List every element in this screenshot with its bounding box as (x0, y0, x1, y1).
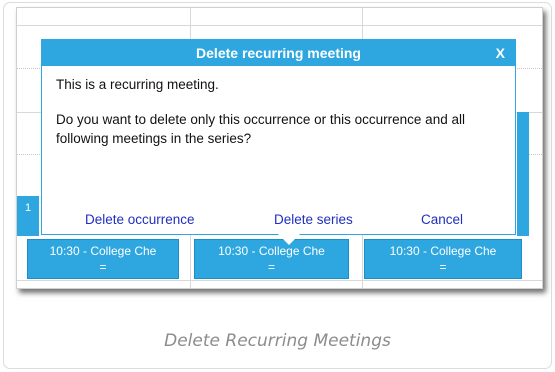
event-marker: = (439, 260, 447, 274)
cancel-link[interactable]: Cancel (421, 212, 463, 227)
dialog-title: Delete recurring meeting (196, 45, 361, 61)
event-block[interactable] (517, 112, 529, 236)
dialog-message: This is a recurring meeting. (56, 77, 219, 92)
dialog-pointer (278, 234, 300, 245)
event-marker: = (99, 260, 107, 274)
figure-card: 1 10:30 - College Che = 10:30 - College … (3, 2, 552, 369)
event-block[interactable]: 10:30 - College Che = (27, 239, 179, 279)
event-marker: = (267, 260, 275, 274)
close-icon[interactable]: X (496, 40, 505, 66)
grid-divider (17, 25, 542, 26)
dialog-body: This is a recurring meeting. Do you want… (42, 66, 515, 148)
figure-caption: Delete Recurring Meetings (164, 331, 391, 351)
event-title: 10:30 - College Che (218, 244, 325, 258)
event-block[interactable]: 10:30 - College Che = (194, 239, 349, 279)
delete-series-link[interactable]: Delete series (274, 212, 353, 227)
grid-divider (17, 280, 542, 281)
delete-occurrence-link[interactable]: Delete occurrence (85, 212, 195, 227)
event-title: 10:30 - College Che (389, 244, 497, 258)
calendar-screenshot: 1 10:30 - College Che = 10:30 - College … (16, 7, 543, 289)
dialog-title-bar: Delete recurring meeting X (42, 40, 515, 66)
event-block[interactable]: 10:30 - College Che = (364, 239, 522, 279)
dialog-question: Do you want to delete only this occurren… (56, 112, 465, 146)
event-title: 10:30 - College Che (49, 244, 157, 258)
event-partial-label: 1 (25, 202, 32, 214)
delete-recurring-dialog: Delete recurring meeting X This is a rec… (41, 39, 516, 235)
